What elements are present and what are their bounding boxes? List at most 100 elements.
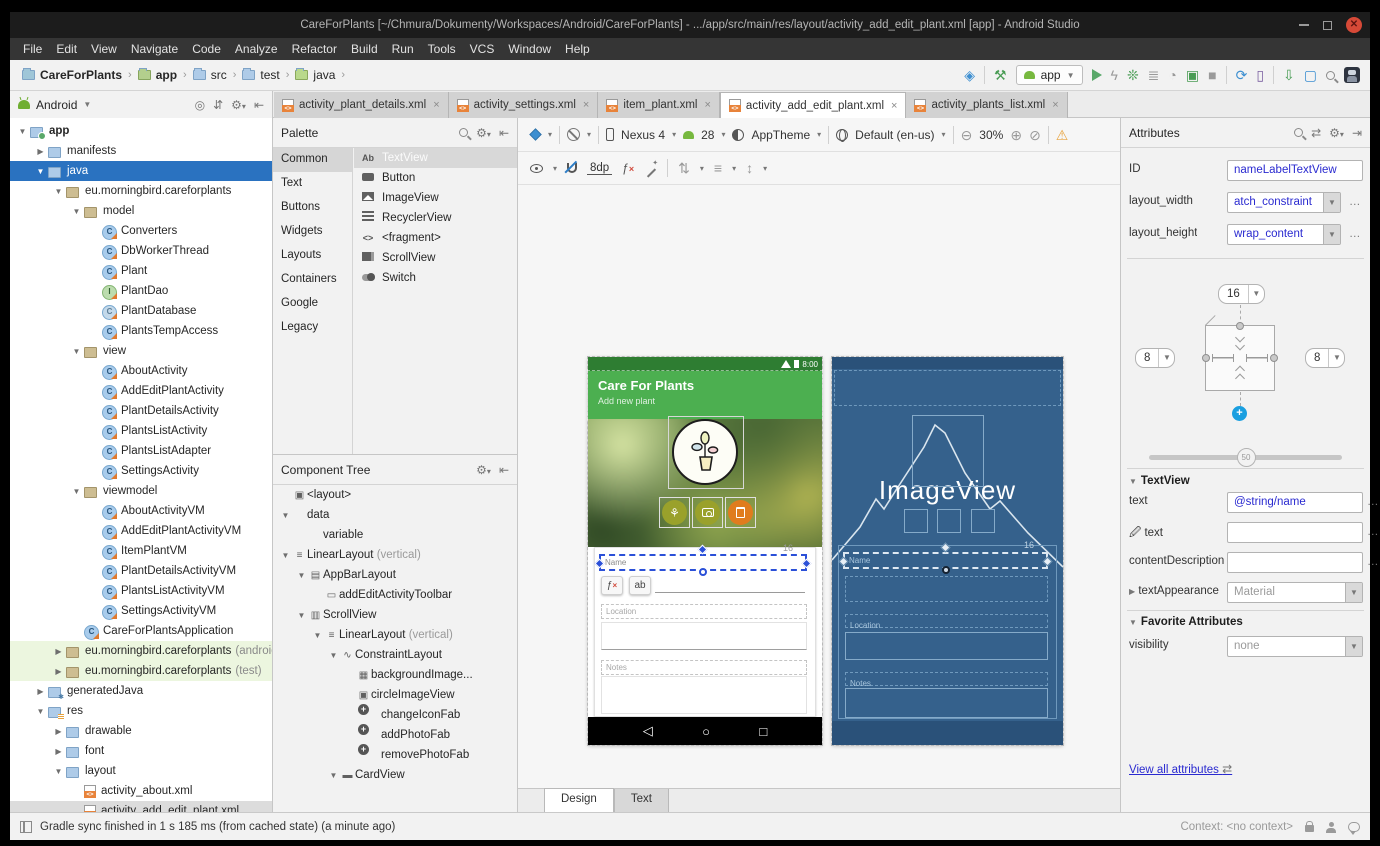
close-tab-icon[interactable]: ×	[433, 99, 439, 111]
project-tree-item[interactable]: ▼app	[10, 121, 272, 141]
project-tree-item[interactable]: PlantDetailsActivityVM	[10, 561, 272, 581]
preview-circle-image[interactable]	[672, 419, 738, 485]
project-tree-item[interactable]: ItemPlantVM	[10, 541, 272, 561]
name-field-selected[interactable]: Name	[599, 554, 807, 571]
component-tree-item[interactable]: removePhotoFab	[273, 745, 517, 765]
menu-analyze[interactable]: Analyze	[228, 40, 285, 58]
palette-category-widgets[interactable]: Widgets	[273, 220, 352, 244]
palette-category-google[interactable]: Google	[273, 292, 352, 316]
search-everywhere-icon[interactable]	[1326, 71, 1335, 80]
run-on-device-icon[interactable]: ▣	[1186, 67, 1199, 83]
selection-handle[interactable]	[940, 543, 950, 553]
swap-panels-icon[interactable]: ⇄	[1311, 126, 1321, 140]
expand-arrow-icon[interactable]: ▼	[52, 767, 65, 776]
project-tree-item[interactable]: AboutActivityVM	[10, 501, 272, 521]
selection-handle[interactable]	[802, 559, 812, 569]
expand-arrow-icon[interactable]: ▶	[34, 147, 47, 156]
blueprint-circle-image[interactable]	[912, 415, 984, 487]
menu-edit[interactable]: Edit	[49, 40, 84, 58]
expand-arrow-icon[interactable]: ▼	[327, 651, 340, 660]
project-tree-item[interactable]: ▼res	[10, 701, 272, 721]
project-tree-item[interactable]: Plant	[10, 261, 272, 281]
visibility-select[interactable]: none▼	[1227, 636, 1363, 657]
expand-arrow-icon[interactable]: ▼	[279, 551, 292, 560]
bias-value[interactable]: 50	[1237, 448, 1256, 467]
palette-item[interactable]: RecyclerView	[354, 208, 517, 228]
blueprint-notes-field[interactable]: Notes	[845, 672, 1048, 686]
breadcrumb-item[interactable]: src	[191, 66, 229, 84]
layout-width-more-button[interactable]: …	[1349, 196, 1362, 208]
zoom-in-icon[interactable]: ⊕	[1010, 127, 1022, 143]
selection-handle[interactable]	[1043, 557, 1053, 567]
project-tree-item[interactable]: CareForPlantsApplication	[10, 621, 272, 641]
palette-category-legacy[interactable]: Legacy	[273, 316, 352, 340]
editor-tab[interactable]: item_plant.xml×	[598, 92, 720, 118]
breadcrumb-item[interactable]: CareForPlants	[20, 66, 124, 84]
menu-help[interactable]: Help	[558, 40, 597, 58]
close-button[interactable]: ✕	[1346, 17, 1362, 33]
name-field-constraint-action-button[interactable]: ƒ×	[601, 576, 623, 595]
expand-arrow-icon[interactable]: ▼	[16, 127, 29, 136]
palette-category-text[interactable]: Text	[273, 172, 352, 196]
menu-navigate[interactable]: Navigate	[124, 40, 185, 58]
infer-constraints-icon[interactable]	[644, 162, 657, 175]
notes-field[interactable]: Notes	[601, 660, 807, 675]
menu-file[interactable]: File	[16, 40, 49, 58]
expand-arrow-icon[interactable]: ▶	[52, 667, 65, 676]
menu-tools[interactable]: Tools	[421, 40, 463, 58]
baseline-handle[interactable]	[942, 566, 950, 574]
project-tree-item[interactable]: DbWorkerThread	[10, 241, 272, 261]
run-button[interactable]	[1092, 69, 1102, 81]
palette-category-containers[interactable]: Containers	[273, 268, 352, 292]
blueprint-name-input[interactable]	[845, 576, 1048, 602]
breadcrumb-item[interactable]: app	[136, 66, 179, 84]
attach-debugger-icon[interactable]: ◈	[964, 67, 975, 83]
menu-vcs[interactable]: VCS	[463, 40, 502, 58]
project-tree-item[interactable]: PlantsListActivity	[10, 421, 272, 441]
notifications-icon[interactable]	[1348, 822, 1360, 832]
layout-height-select[interactable]: wrap_content▼	[1227, 224, 1341, 245]
hide-panel-icon[interactable]: ⇤	[499, 463, 509, 477]
project-tree-item[interactable]: SettingsActivityVM	[10, 601, 272, 621]
top-constraint-anchor[interactable]	[1236, 322, 1244, 330]
hide-panel-icon[interactable]: ⇤	[499, 126, 509, 140]
project-tree-item[interactable]: activity_add_edit_plant.xml	[10, 801, 272, 812]
component-tree-item[interactable]: addPhotoFab	[273, 725, 517, 745]
editor-tab[interactable]: activity_plant_details.xml×	[274, 92, 449, 118]
blueprint-fab-1[interactable]	[904, 509, 928, 533]
name-field-text-action-button[interactable]: ab	[629, 576, 651, 595]
content-description-input[interactable]	[1227, 552, 1363, 573]
project-tree-item[interactable]: ▶manifests	[10, 141, 272, 161]
blueprint-location-input[interactable]	[845, 632, 1048, 660]
editor-tab[interactable]: activity_add_edit_plant.xml×	[720, 92, 907, 118]
design-canvas[interactable]: 8:00 Care For Plants Add new plant	[518, 185, 1120, 788]
expand-arrow-icon[interactable]: ▶	[52, 727, 65, 736]
run-configuration-select[interactable]: app ▼	[1016, 65, 1083, 85]
editor-tab[interactable]: activity_plants_list.xml×	[906, 92, 1067, 118]
blueprint-fab-2[interactable]	[937, 509, 961, 533]
project-tree-item[interactable]: ▶eu.morningbird.careforplants(androidTes…	[10, 641, 272, 661]
layout-width-select[interactable]: atch_constraint▼	[1227, 192, 1341, 213]
expand-arrow-icon[interactable]: ▼	[70, 347, 83, 356]
incognito-icon[interactable]	[1326, 822, 1336, 832]
project-tree-item[interactable]: ▶eu.morningbird.careforplants(test)	[10, 661, 272, 681]
close-tab-icon[interactable]: ×	[583, 99, 589, 111]
view-all-attributes-link[interactable]: View all attributes ⇄	[1129, 762, 1232, 776]
layout-height-more-button[interactable]: …	[1349, 228, 1362, 240]
project-tree-item[interactable]: AddEditPlantActivity	[10, 381, 272, 401]
project-tree-item[interactable]: ▶font	[10, 741, 272, 761]
project-tree-item[interactable]: ▼view	[10, 341, 272, 361]
text-attr-input[interactable]: @string/name	[1227, 492, 1363, 513]
blueprint-fab-3[interactable]	[971, 509, 995, 533]
component-tree-item[interactable]: ▦backgroundImage...	[273, 665, 517, 685]
project-tree-item[interactable]: ▶drawable	[10, 721, 272, 741]
project-tree-item[interactable]: ▼layout	[10, 761, 272, 781]
name-input-underline[interactable]	[655, 592, 805, 593]
textview-section-header[interactable]: ▼TextView	[1129, 475, 1190, 487]
project-tree-item[interactable]: ▼java	[10, 161, 272, 181]
project-tree-item[interactable]: PlantDetailsActivity	[10, 401, 272, 421]
project-tree-item[interactable]: PlantsTempAccess	[10, 321, 272, 341]
left-constraint-anchor[interactable]	[1202, 354, 1210, 362]
palette-category-layouts[interactable]: Layouts	[273, 244, 352, 268]
design-text-more-button[interactable]: …	[1367, 526, 1380, 538]
